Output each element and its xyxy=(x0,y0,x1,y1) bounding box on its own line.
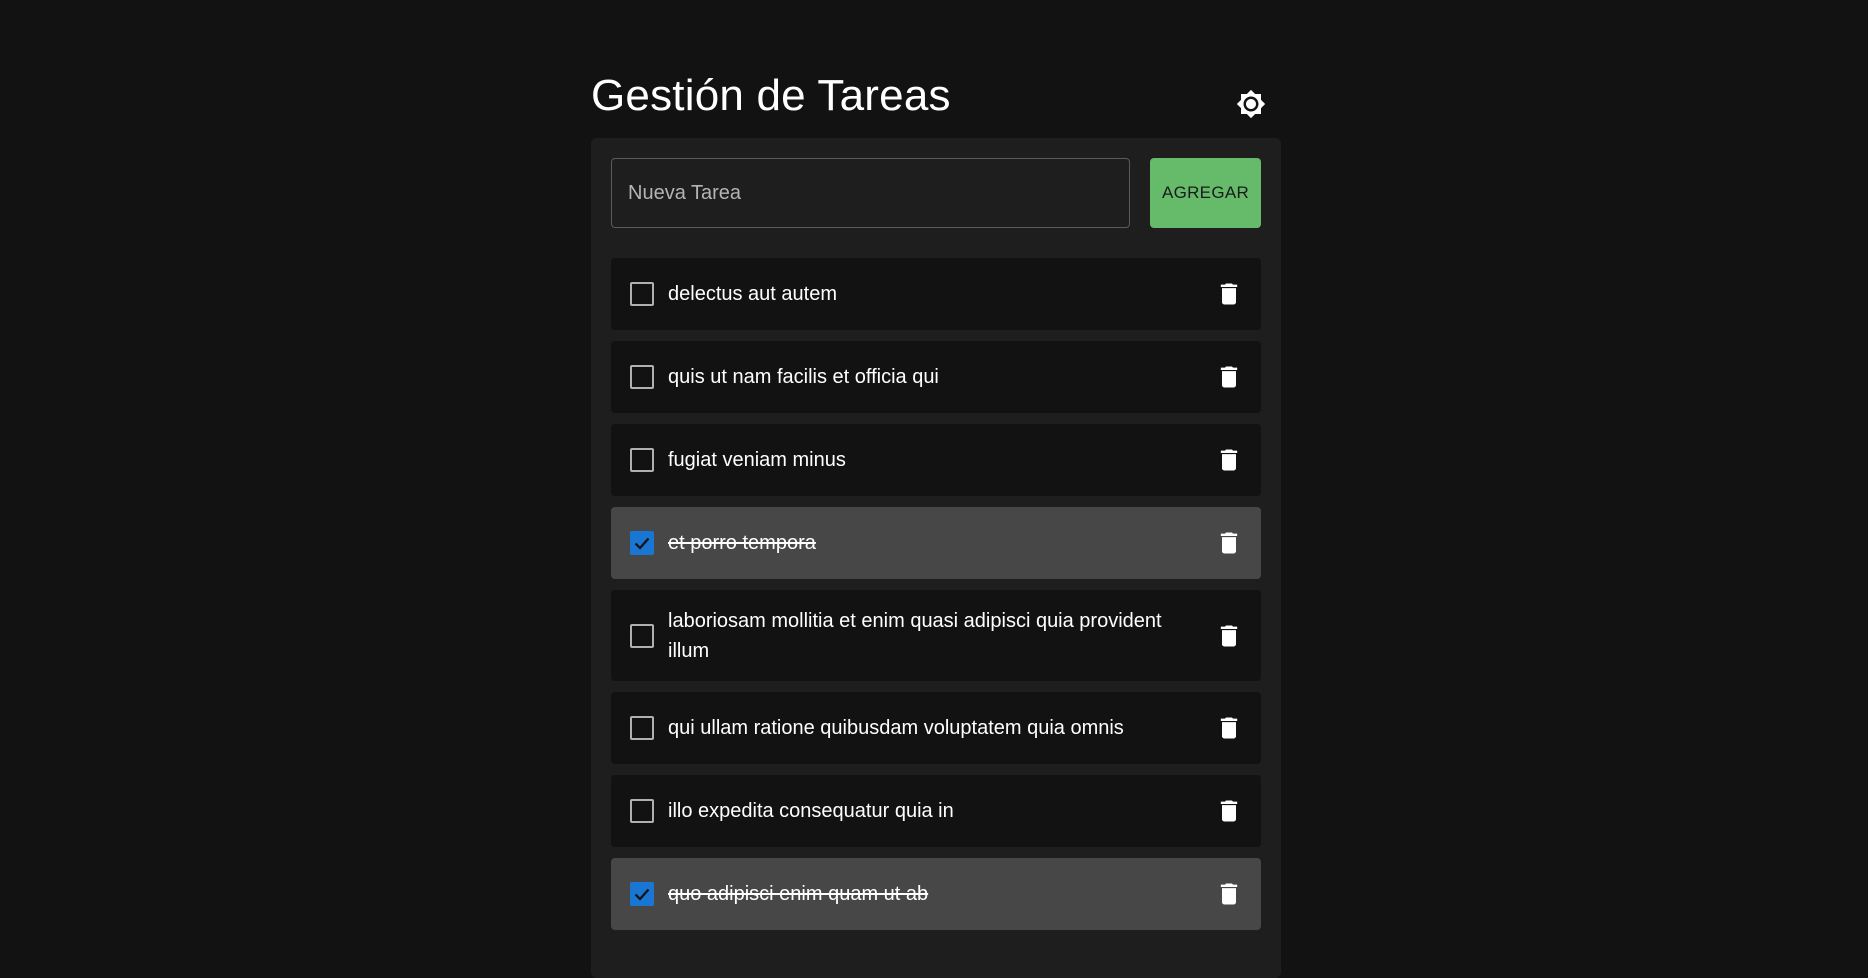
task-text: quis ut nam facilis et officia qui xyxy=(668,366,939,388)
page-title: Gestión de Tareas xyxy=(591,71,951,120)
task-item: quo adipisci enim quam ut ab xyxy=(611,858,1261,930)
task-item: fugiat veniam minus xyxy=(611,424,1261,496)
task-text: laboriosam mollitia et enim quasi adipis… xyxy=(668,609,1162,662)
task-item: qui ullam ratione quibusdam voluptatem q… xyxy=(611,692,1261,764)
task-app: Gestión de Tareas AGREGAR delectus aut a… xyxy=(591,0,1281,978)
task-item: et porro tempora xyxy=(611,507,1261,579)
theme-toggle-button[interactable] xyxy=(1235,88,1267,120)
trash-icon xyxy=(1220,625,1238,646)
task-checkbox[interactable] xyxy=(630,716,654,740)
trash-icon xyxy=(1220,532,1238,554)
trash-icon xyxy=(1220,717,1238,739)
trash-icon xyxy=(1220,883,1238,905)
task-text: illo expedita consequatur quia in xyxy=(668,800,954,822)
trash-icon xyxy=(1220,283,1238,305)
delete-task-button[interactable] xyxy=(1211,793,1247,829)
delete-task-button[interactable] xyxy=(1211,442,1247,478)
delete-task-button[interactable] xyxy=(1211,618,1247,654)
trash-icon xyxy=(1220,800,1238,822)
trash-icon xyxy=(1220,449,1238,471)
task-panel: AGREGAR delectus aut autem quis ut nam fa… xyxy=(591,138,1281,978)
delete-task-button[interactable] xyxy=(1211,876,1247,912)
delete-task-button[interactable] xyxy=(1211,276,1247,312)
new-task-form: AGREGAR xyxy=(611,158,1261,228)
task-checkbox[interactable] xyxy=(630,882,654,906)
task-checkbox[interactable] xyxy=(630,282,654,306)
task-list: delectus aut autem quis ut nam facilis et… xyxy=(611,258,1261,941)
checkmark-icon xyxy=(634,537,650,550)
task-checkbox[interactable] xyxy=(630,623,654,648)
task-text: quo adipisci enim quam ut ab xyxy=(668,883,929,905)
delete-task-button[interactable] xyxy=(1211,525,1247,561)
task-checkbox[interactable] xyxy=(630,799,654,823)
task-item: delectus aut autem xyxy=(611,258,1261,330)
task-text: fugiat veniam minus xyxy=(668,449,846,471)
task-item: quis ut nam facilis et officia qui xyxy=(611,341,1261,413)
brightness-icon xyxy=(1236,89,1266,119)
delete-task-button[interactable] xyxy=(1211,359,1247,395)
delete-task-button[interactable] xyxy=(1211,710,1247,746)
task-text: et porro tempora xyxy=(668,532,816,554)
trash-icon xyxy=(1220,366,1238,388)
task-checkbox[interactable] xyxy=(630,448,654,472)
task-text: qui ullam ratione quibusdam voluptatem q… xyxy=(668,717,1124,739)
add-task-button[interactable]: AGREGAR xyxy=(1150,158,1261,228)
task-item: illo expedita consequatur quia in xyxy=(611,775,1261,847)
task-item: laboriosam mollitia et enim quasi adipis… xyxy=(611,590,1261,681)
task-checkbox[interactable] xyxy=(630,531,654,555)
checkmark-icon xyxy=(634,888,650,901)
new-task-input[interactable] xyxy=(611,158,1130,228)
task-checkbox[interactable] xyxy=(630,365,654,389)
app-header: Gestión de Tareas xyxy=(591,0,1281,138)
task-text: delectus aut autem xyxy=(668,283,837,305)
